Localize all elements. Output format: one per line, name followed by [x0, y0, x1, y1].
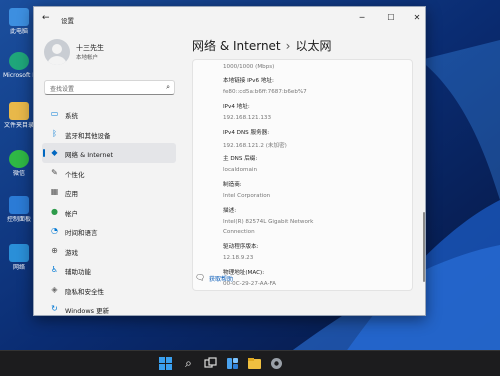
sidebar-item-label: 游戏: [65, 248, 78, 257]
computer-icon: [9, 8, 29, 26]
task-view-icon[interactable]: [202, 355, 219, 372]
sidebar-item-label: 应用: [65, 190, 78, 198]
file-explorer-icon[interactable]: [246, 355, 263, 372]
folder-icon: [9, 102, 29, 120]
network-icon: [9, 244, 29, 262]
avatar-head: [52, 44, 62, 54]
sidebar-item-time-language[interactable]: ◔ 时间和语言: [42, 221, 176, 241]
description-value: Intel(R) 82574L Gigabit Network: [223, 219, 314, 225]
sidebar-item-label: 系统: [65, 112, 78, 120]
desktop-icon-edge[interactable]: Microsoft Edge: [3, 52, 35, 79]
breadcrumb: 网络 & Internet › 以太网: [192, 37, 331, 54]
sidebar-item-system[interactable]: ▭ 系统: [42, 104, 176, 124]
description-label: 描述:: [223, 208, 237, 214]
sidebar-item-label: 帐户: [65, 209, 78, 218]
desktop-icon-control-panel[interactable]: 控制面板: [3, 196, 35, 223]
sidebar-item-apps[interactable]: ▦ 应用: [42, 182, 176, 202]
edge-icon: [9, 52, 29, 70]
wifi-icon: ◆: [51, 148, 58, 157]
dns-suffix-value: localdomain: [223, 167, 257, 173]
window-title: 设置: [61, 17, 74, 25]
apps-icon: ▦: [50, 187, 59, 196]
ipv4-dns-value: 192.168.121.2 (未加密): [223, 143, 287, 149]
chevron-right-icon: ›: [285, 39, 291, 53]
active-indicator: [43, 149, 45, 157]
sidebar-item-label: 时间和语言: [65, 229, 98, 237]
search-input[interactable]: 查找设置 ⌕: [44, 80, 175, 95]
help-icon: 🗨: [195, 273, 206, 282]
user-name: 十三先生: [76, 44, 104, 52]
update-icon: ↻: [51, 304, 58, 313]
accessibility-icon: ♿: [50, 265, 59, 274]
breadcrumb-parent[interactable]: 网络 & Internet: [192, 39, 281, 53]
maximize-button[interactable]: ☐: [380, 10, 402, 26]
dns-suffix-label: 主 DNS 后缀:: [223, 156, 258, 162]
ipv4-dns-label: IPv4 DNS 服务器:: [223, 130, 270, 136]
ipv4-label: IPv4 地址:: [223, 104, 250, 110]
desktop-icon-folder[interactable]: 文件夹目录: [3, 102, 35, 129]
sidebar-item-label: 蓝牙和其他设备: [65, 131, 111, 140]
widgets-icon[interactable]: [224, 355, 241, 372]
title-bar: ← 设置 ─ ☐ ✕: [34, 7, 425, 31]
close-button[interactable]: ✕: [406, 10, 428, 26]
search-icon[interactable]: ⌕: [180, 355, 197, 372]
person-icon: ●: [51, 206, 58, 216]
sidebar-item-accessibility[interactable]: ♿ 辅助功能: [42, 260, 176, 280]
back-arrow-icon[interactable]: ←: [42, 13, 52, 23]
settings-taskbar-icon[interactable]: [268, 355, 285, 372]
desktop-icon-wechat[interactable]: 微信: [3, 150, 35, 177]
sidebar-nav: ▭ 系统 ᛒ 蓝牙和其他设备 ◆ 网络 & Internet ✎ 个性化 ▦ 应…: [42, 104, 176, 319]
sidebar-item-bluetooth[interactable]: ᛒ 蓝牙和其他设备: [42, 124, 176, 144]
description-value-cont: Connection: [223, 229, 255, 235]
sidebar-item-label: 隐私和安全性: [65, 287, 104, 296]
sidebar-item-label: 辅助功能: [65, 268, 91, 276]
sidebar-item-label: Windows 更新: [65, 307, 110, 315]
get-help-label: 获取帮助: [209, 276, 234, 283]
driver-version-label: 驱动程序版本:: [223, 244, 259, 250]
taskbar: ⌕: [0, 350, 500, 376]
search-icon: ⌕: [166, 83, 170, 91]
start-button[interactable]: [157, 355, 174, 372]
avatar: [44, 39, 70, 65]
sidebar-item-gaming[interactable]: ⊕ 游戏: [42, 241, 176, 261]
control-panel-icon: [9, 196, 29, 214]
settings-window: ← 设置 ─ ☐ ✕ 十三先生 本地帐户 查找设置 ⌕ ▭ 系统 ᛒ 蓝牙和其他…: [33, 6, 426, 316]
ethernet-properties-card: 1000/1000 (Mbps) 本地链接 IPv6 地址: fe80::cd5…: [192, 59, 413, 291]
minimize-button[interactable]: ─: [351, 10, 373, 26]
page-title: 以太网: [295, 39, 332, 53]
wechat-icon: [9, 150, 29, 168]
desktop-icon-this-pc[interactable]: 此电脑: [3, 8, 35, 35]
shield-icon: ◈: [51, 284, 58, 294]
brush-icon: ✎: [51, 167, 58, 177]
sidebar-item-accounts[interactable]: ● 帐户: [42, 202, 176, 222]
gamepad-icon: ⊕: [51, 245, 58, 255]
display-icon: ▭: [50, 109, 59, 118]
driver-version-value: 12.18.9.23: [223, 255, 254, 261]
sidebar-item-personalization[interactable]: ✎ 个性化: [42, 163, 176, 183]
ipv4-value: 192.168.121.133: [223, 115, 272, 121]
sidebar-item-privacy[interactable]: ◈ 隐私和安全性: [42, 280, 176, 300]
sidebar-item-label: 网络 & Internet: [65, 151, 114, 159]
sidebar-item-label: 个性化: [65, 170, 85, 179]
globe-clock-icon: ◔: [51, 226, 58, 235]
desktop-icon-network[interactable]: 网络: [3, 244, 35, 271]
ipv6-value: fe80::cd5a:b6ff:7687:b6eb%7: [223, 89, 307, 95]
sidebar-item-network[interactable]: ◆ 网络 & Internet: [42, 143, 176, 163]
search-placeholder: 查找设置: [50, 86, 75, 93]
bluetooth-icon: ᛒ: [52, 128, 57, 138]
ipv6-label: 本地链接 IPv6 地址:: [223, 78, 274, 84]
sidebar-item-windows-update[interactable]: ↻ Windows 更新: [42, 299, 176, 319]
manufacturer-value: Intel Corporation: [223, 193, 271, 199]
link-speed-value: 1000/1000 (Mbps): [223, 64, 275, 70]
account-type: 本地帐户: [76, 55, 99, 61]
scrollbar-thumb[interactable]: [423, 212, 425, 282]
avatar-shoulders: [47, 56, 67, 65]
manufacturer-label: 制造商:: [223, 182, 242, 188]
